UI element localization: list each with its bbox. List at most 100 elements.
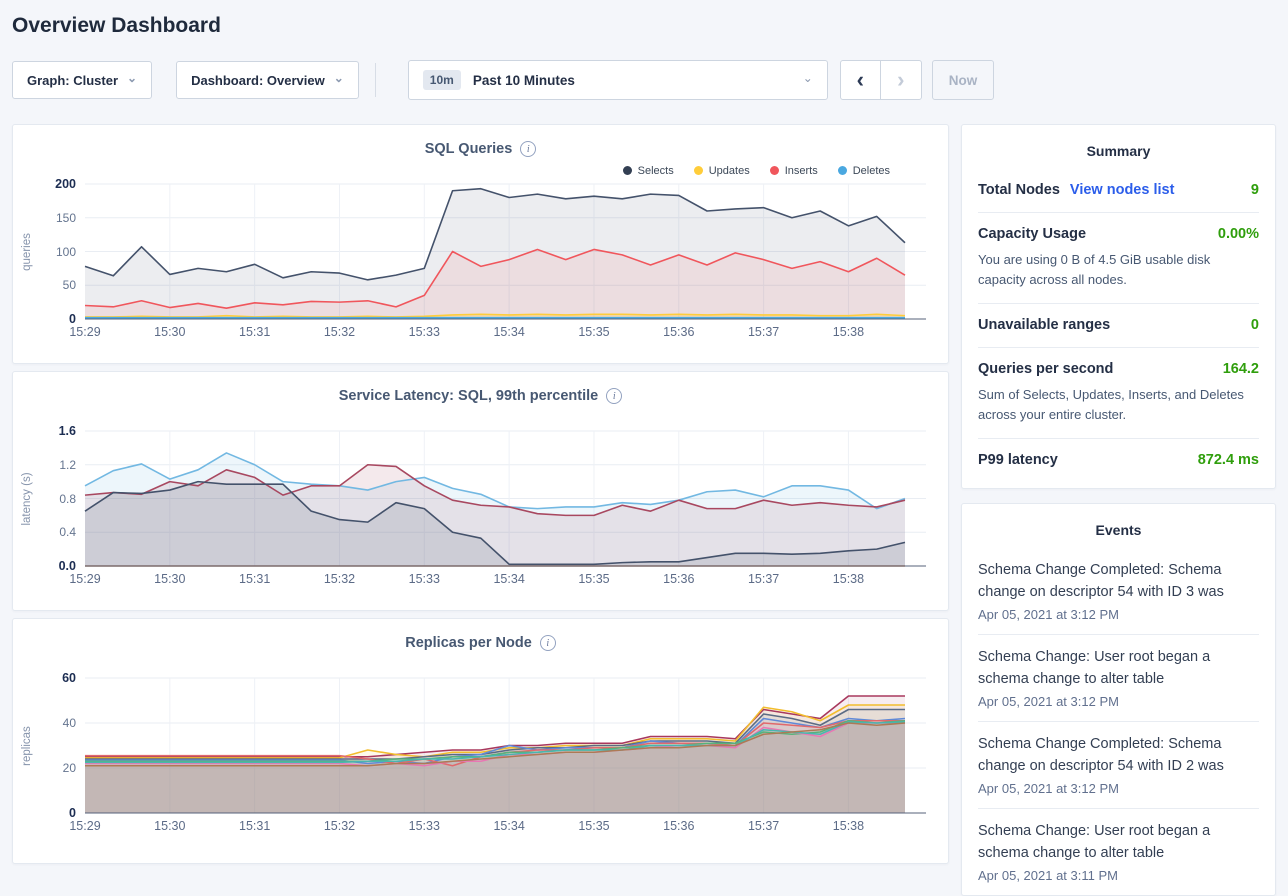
dashboard-main: SQL Queries i Selects Updates Inserts Delet…	[12, 124, 1276, 896]
x-axis-tick: 15:32	[324, 325, 355, 339]
summary-metric-label: Capacity Usage	[978, 226, 1086, 242]
summary-row: Capacity Usage0.00%You are using 0 B of …	[978, 212, 1259, 303]
info-icon[interactable]: i	[606, 388, 622, 404]
summary-row: Queries per second164.2Sum of Selects, U…	[978, 347, 1259, 438]
x-axis-tick: 15:33	[409, 325, 440, 339]
event-timestamp: Apr 05, 2021 at 3:11 PM	[978, 868, 1259, 883]
x-axis-tick: 15:32	[324, 819, 355, 833]
x-axis-tick: 15:36	[663, 819, 694, 833]
event-list-item[interactable]: Schema Change Completed: Schema change o…	[978, 548, 1259, 634]
summary-row-header: Queries per second 164.2	[978, 361, 1259, 377]
y-axis-tick: 60	[62, 671, 76, 685]
x-axis-tick: 15:38	[833, 325, 864, 339]
chart-plot-area: queries 05010015020015:2915:3015:3115:32…	[85, 184, 926, 319]
x-axis-tick: 15:37	[748, 572, 779, 586]
legend-label: Deletes	[853, 165, 890, 177]
event-message: Schema Change: User root began a schema …	[978, 820, 1259, 865]
y-axis-tick: 20	[63, 761, 76, 775]
next-time-window-button[interactable]: ›	[881, 61, 921, 99]
charts-column: SQL Queries i Selects Updates Inserts Delet…	[12, 124, 949, 864]
y-axis-label: replicas	[21, 726, 33, 766]
y-axis-tick: 150	[56, 211, 76, 225]
summary-metric-value: 164.2	[1223, 361, 1259, 377]
x-axis-tick: 15:37	[748, 325, 779, 339]
y-axis-tick: 0.8	[59, 492, 76, 506]
x-axis-tick: 15:31	[239, 819, 270, 833]
legend-dot-icon	[694, 166, 703, 175]
previous-time-window-button[interactable]: ‹	[841, 61, 881, 99]
view-nodes-list-link[interactable]: View nodes list	[1070, 182, 1175, 198]
y-axis-tick: 1.2	[59, 458, 76, 472]
legend-dot-icon	[623, 166, 632, 175]
chart-title-row: Replicas per Node i	[13, 619, 948, 651]
chevron-down-icon: ⌄	[334, 72, 344, 84]
now-button[interactable]: Now	[932, 60, 995, 100]
info-icon[interactable]: i	[540, 635, 556, 651]
event-list-item[interactable]: Schema Change: User root began a schema …	[978, 634, 1259, 721]
summary-metric-value: 9	[1251, 182, 1259, 198]
summary-metric-label: Queries per second	[978, 361, 1113, 377]
y-axis-tick: 0	[69, 312, 76, 326]
summary-row: Total NodesView nodes list9	[978, 169, 1259, 212]
time-range-label: Past 10 Minutes	[473, 73, 575, 88]
summary-metric-value: 872.4 ms	[1198, 452, 1259, 468]
legend-item-updates[interactable]: Updates	[694, 165, 750, 177]
time-range-badge: 10m	[423, 70, 461, 90]
chart-title-row: Service Latency: SQL, 99th percentile i	[13, 372, 948, 404]
summary-row-header: Total NodesView nodes list9	[978, 182, 1259, 198]
events-title: Events	[978, 504, 1259, 548]
summary-row-header: P99 latency872.4 ms	[978, 452, 1259, 468]
summary-metric-label: Unavailable ranges	[978, 317, 1110, 333]
time-range-dropdown[interactable]: 10m Past 10 Minutes ⌄	[408, 60, 828, 100]
x-axis-tick: 15:30	[154, 325, 185, 339]
toolbar-divider	[375, 63, 376, 97]
x-axis-tick: 15:34	[493, 819, 524, 833]
x-axis-tick: 15:33	[409, 819, 440, 833]
graph-scope-dropdown-label: Graph: Cluster	[27, 73, 118, 88]
y-axis-tick: 200	[55, 177, 76, 191]
chart-legend: Selects Updates Inserts Deletes	[13, 157, 948, 184]
chart-legend	[13, 651, 948, 678]
legend-dot-icon	[838, 166, 847, 175]
dashboard-toolbar: Graph: Cluster ⌄ Dashboard: Overview ⌄ 1…	[12, 60, 1276, 100]
sidebar-column: Summary Total NodesView nodes list9Capac…	[961, 124, 1276, 896]
chart-title: Service Latency: SQL, 99th percentile	[339, 388, 599, 404]
summary-title: Summary	[978, 125, 1259, 169]
event-message: Schema Change Completed: Schema change o…	[978, 559, 1259, 604]
x-axis-tick: 15:29	[69, 325, 100, 339]
event-timestamp: Apr 05, 2021 at 3:12 PM	[978, 781, 1259, 796]
chart-title-row: SQL Queries i	[13, 125, 948, 157]
summary-row: P99 latency872.4 ms	[978, 438, 1259, 482]
legend-label: Selects	[638, 165, 674, 177]
x-axis-tick: 15:31	[239, 572, 270, 586]
x-axis-tick: 15:29	[69, 819, 100, 833]
y-axis-tick: 0.4	[59, 525, 76, 539]
x-axis-tick: 15:32	[324, 572, 355, 586]
chevron-down-icon: ⌄	[127, 72, 137, 84]
summary-row-header: Capacity Usage0.00%	[978, 226, 1259, 242]
y-axis-tick: 0	[69, 806, 76, 820]
event-list-item[interactable]: Schema Change: User root began a schema …	[978, 808, 1259, 895]
dashboard-dropdown[interactable]: Dashboard: Overview ⌄	[176, 61, 359, 99]
x-axis-tick: 15:31	[239, 325, 270, 339]
x-axis-tick: 15:33	[409, 572, 440, 586]
sql-queries-panel: SQL Queries i Selects Updates Inserts Delet…	[12, 124, 949, 364]
legend-item-selects[interactable]: Selects	[623, 165, 674, 177]
x-axis-tick: 15:35	[578, 819, 609, 833]
legend-item-deletes[interactable]: Deletes	[838, 165, 890, 177]
time-window-pager: ‹ ›	[840, 60, 922, 100]
x-axis-tick: 15:37	[748, 819, 779, 833]
event-message: Schema Change: User root began a schema …	[978, 646, 1259, 691]
graph-scope-dropdown[interactable]: Graph: Cluster ⌄	[12, 61, 152, 99]
x-axis-tick: 15:30	[154, 572, 185, 586]
info-icon[interactable]: i	[520, 141, 536, 157]
event-timestamp: Apr 05, 2021 at 3:12 PM	[978, 607, 1259, 622]
summary-metric-value: 0	[1251, 317, 1259, 333]
x-axis-tick: 15:36	[663, 325, 694, 339]
chart-canvas[interactable]	[85, 431, 926, 566]
chart-canvas[interactable]	[85, 184, 926, 319]
legend-item-inserts[interactable]: Inserts	[770, 165, 818, 177]
chart-canvas[interactable]	[85, 678, 926, 813]
event-list-item[interactable]: Schema Change Completed: Schema change o…	[978, 721, 1259, 808]
chart-legend	[13, 404, 948, 431]
